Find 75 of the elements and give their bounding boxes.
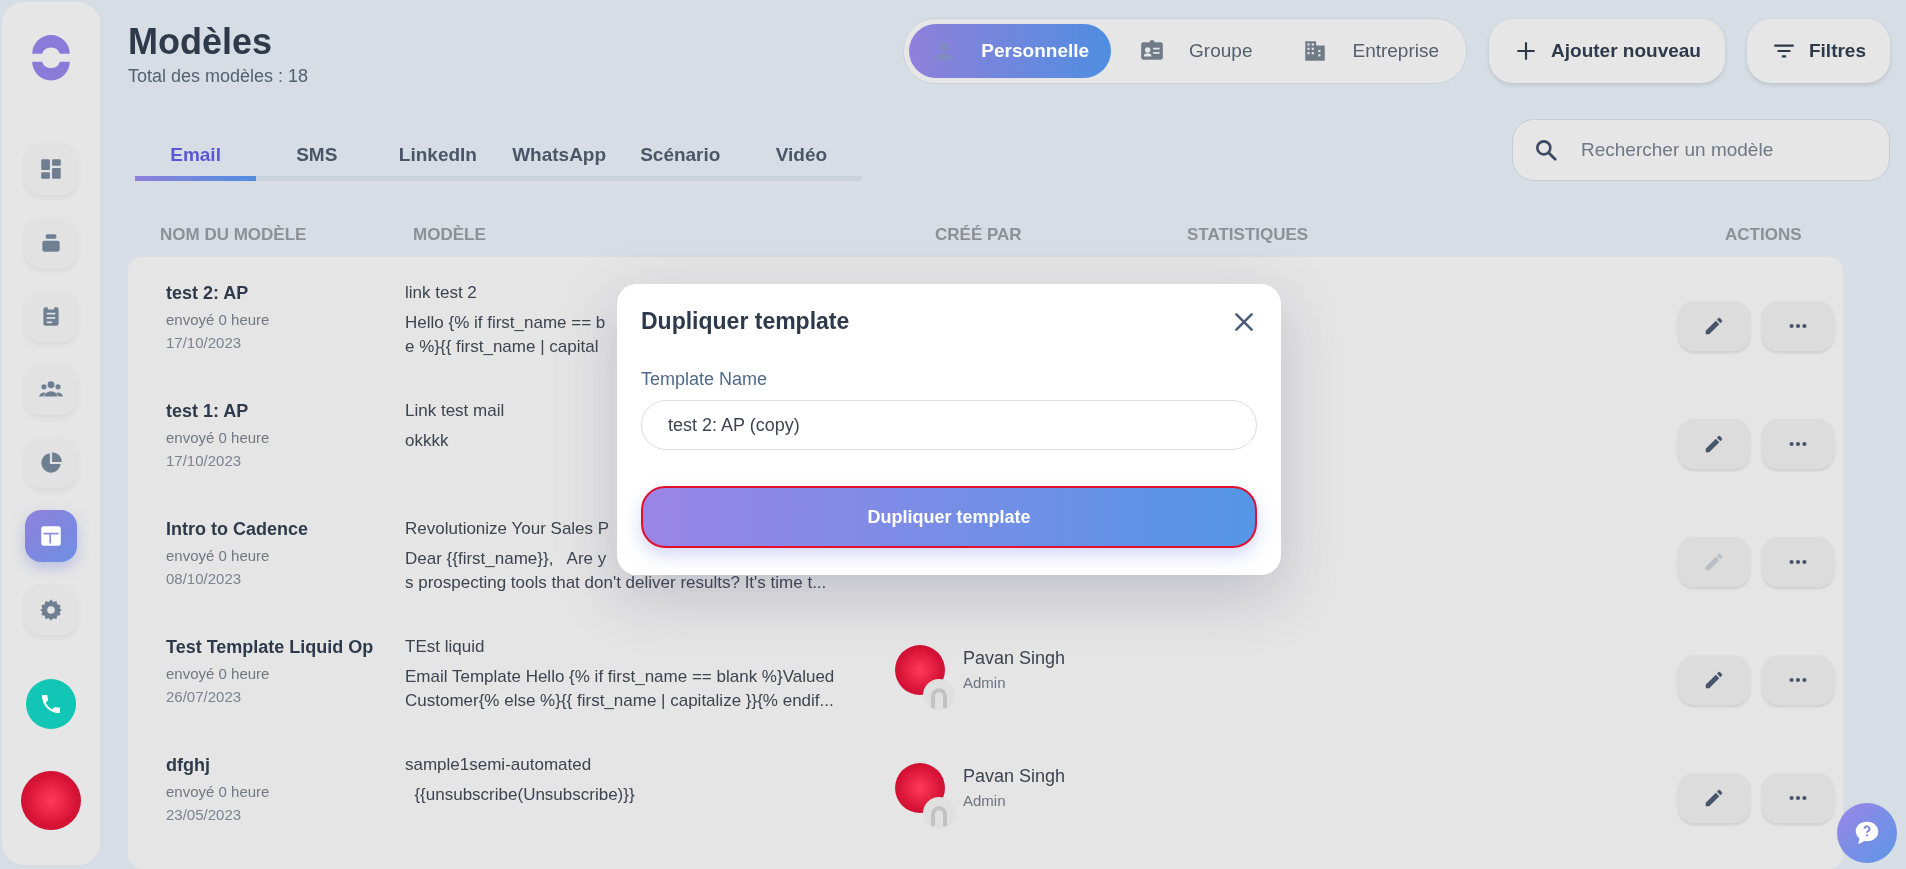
scope-tab[interactable]: Groupe [1117,24,1275,78]
creator-name: Pavan Singh [963,647,1066,670]
duplicate-button[interactable]: Dupliquer template [641,486,1257,548]
template-name: test 2: AP [166,282,250,305]
filter-button[interactable]: Filtres [1746,19,1890,83]
preview-line: e %}{{ first_name | capital [405,336,599,358]
scope-tab[interactable]: Entreprise [1280,24,1462,78]
column-header: MODÈLE [413,225,487,246]
preview-line: {{unsubscribe(Unsubscribe)}} [413,784,635,806]
search-input[interactable]: Rechercher un modèle [1579,138,1869,162]
sent-time: envoyé 0 heure [166,664,271,684]
preview-line: okkkk [405,430,449,452]
template-date: 17/10/2023 [166,451,243,471]
more-icon [1787,321,1809,331]
pencil-icon [1703,787,1725,809]
preview-line: Hello {% if first_name == b [405,312,606,334]
template-name: Intro to Cadence [166,518,309,541]
preview-line: Customer{% else %}{{ first_name | capitalize }}{% endif... [405,690,834,712]
column-header: ACTIONS [1725,225,1802,246]
search-icon [1533,137,1559,163]
template-date: 08/10/2023 [166,569,243,589]
template-date: 17/10/2023 [166,333,243,353]
more-icon [1787,557,1809,567]
column-header: STATISTIQUES [1187,225,1310,246]
sent-time: envoyé 0 heure [166,428,271,448]
add-button[interactable]: Ajouter nouveau [1489,19,1725,83]
edit-button[interactable] [1678,773,1750,823]
pencil-icon [1703,433,1725,455]
template-subject: TEst liquid [405,636,486,658]
template-name: dfghj [166,754,211,777]
channel-tab[interactable]: WhatsApp [498,133,620,181]
template-date: 26/07/2023 [166,687,243,707]
more-icon [1787,675,1809,685]
creator-role: Admin [963,791,1007,811]
pencil-icon [1703,551,1725,573]
sent-time: envoyé 0 heure [166,310,271,330]
scope-tab[interactable]: Personnelle [909,24,1112,78]
edit-button[interactable] [1678,419,1750,469]
more-icon [1787,793,1809,803]
sidebar-item[interactable] [25,510,77,562]
template-subject: Link test mail [405,400,506,422]
column-header: CRÉÉ PAR [935,225,1023,246]
column-header: NOM DU MODÈLE [160,225,308,246]
sent-time: envoyé 0 heure [166,546,271,566]
preview-line: Dear {{first_name}}, Are y [405,548,607,570]
search-field[interactable]: Rechercher un modèle [1512,119,1890,181]
dialog-title: Dupliquer template [641,308,850,335]
edit-button[interactable] [1678,301,1750,351]
field-label: Template Name [641,369,769,390]
template-subject: link test 2 [405,282,478,304]
creator-name: Pavan Singh [963,765,1066,788]
preview-line: Email Template Hello {% if first_name == blank %}Valued [405,666,835,688]
edit-button[interactable] [1678,655,1750,705]
page-title: Modèles [128,22,274,62]
channel-tab[interactable]: LinkedIn [377,133,499,181]
channel-tab[interactable]: SMS [256,133,378,181]
template-name-field[interactable]: test 2: AP (copy) [641,400,1257,450]
template-count: Total des modèles : 18 [128,65,309,87]
preview-line: s prospecting tools that don't deliver results? It's time t... [405,572,827,594]
more-icon [1787,439,1809,449]
channel-tab[interactable]: Vidéo [740,133,863,181]
template-subject: sample1semi-automated [405,754,593,776]
channel-tab[interactable]: Email [135,133,257,181]
sent-time: envoyé 0 heure [166,782,271,802]
pencil-icon [1703,669,1725,691]
channel-tab[interactable]: Scénario [619,133,741,181]
creator-role: Admin [963,673,1007,693]
template-name: test 1: AP [166,400,250,423]
pencil-icon [1703,315,1725,337]
template-date: 23/05/2023 [166,805,243,825]
phone-icon [39,692,63,716]
phone-button[interactable] [26,679,76,729]
pie-chart-icon [38,449,64,476]
help-button[interactable] [1837,803,1897,863]
template-name: Test Template Liquid Op [166,636,375,659]
